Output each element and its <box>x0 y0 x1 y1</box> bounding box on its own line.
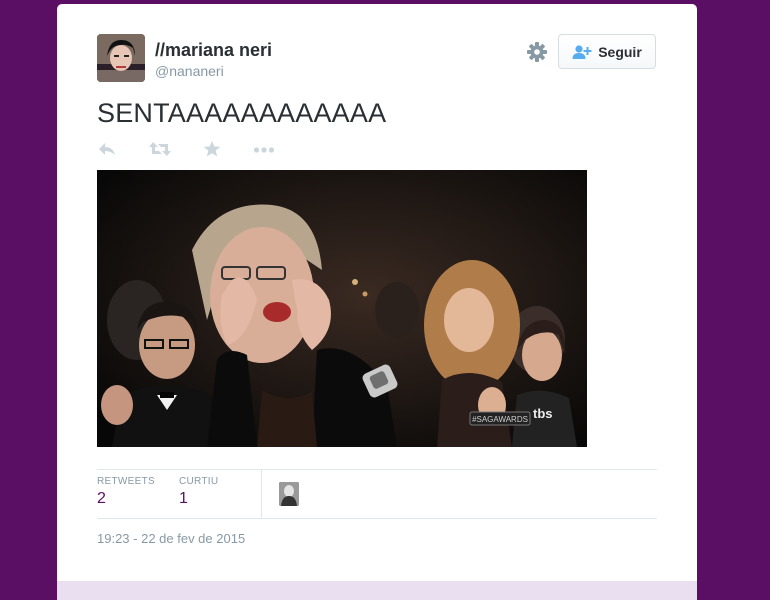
tweet-stats: RETWEETS 2 CURTIU 1 <box>97 469 657 519</box>
author-handle[interactable]: @nananeri <box>155 63 224 79</box>
retweets-count: 2 <box>97 490 106 507</box>
retweet-icon[interactable] <box>148 141 172 162</box>
more-dots-icon[interactable] <box>253 141 275 162</box>
liker-avatar[interactable] <box>279 482 299 506</box>
tbs-watermark: tbs <box>533 406 553 421</box>
sag-awards-badge: #SAGAWARDS <box>472 415 528 424</box>
author-name[interactable]: //mariana neri <box>155 40 272 61</box>
add-person-icon <box>572 44 592 59</box>
follow-button[interactable]: Seguir <box>558 34 656 69</box>
tweet-text: SENTAAAAAAAAAAAA <box>97 98 387 128</box>
gear-icon[interactable] <box>526 41 548 63</box>
reply-area[interactable] <box>57 581 697 600</box>
retweets-label: RETWEETS <box>97 476 155 487</box>
tweet-media-image[interactable]: #SAGAWARDS tbs <box>97 170 587 447</box>
tweet-card: //mariana neri @nananeri Seguir SENTAAAA… <box>57 4 697 600</box>
tweet-timestamp[interactable]: 19:23 - 22 de fev de 2015 <box>97 531 245 546</box>
favorite-star-icon[interactable] <box>203 141 221 162</box>
stats-divider <box>261 470 262 518</box>
follow-button-label: Seguir <box>598 43 642 60</box>
reply-icon[interactable] <box>97 141 117 162</box>
retweets-stat[interactable]: RETWEETS 2 <box>97 476 155 508</box>
author-avatar[interactable] <box>97 34 145 82</box>
likes-stat[interactable]: CURTIU 1 <box>179 476 218 508</box>
likes-label: CURTIU <box>179 476 219 487</box>
likes-count: 1 <box>179 490 188 507</box>
